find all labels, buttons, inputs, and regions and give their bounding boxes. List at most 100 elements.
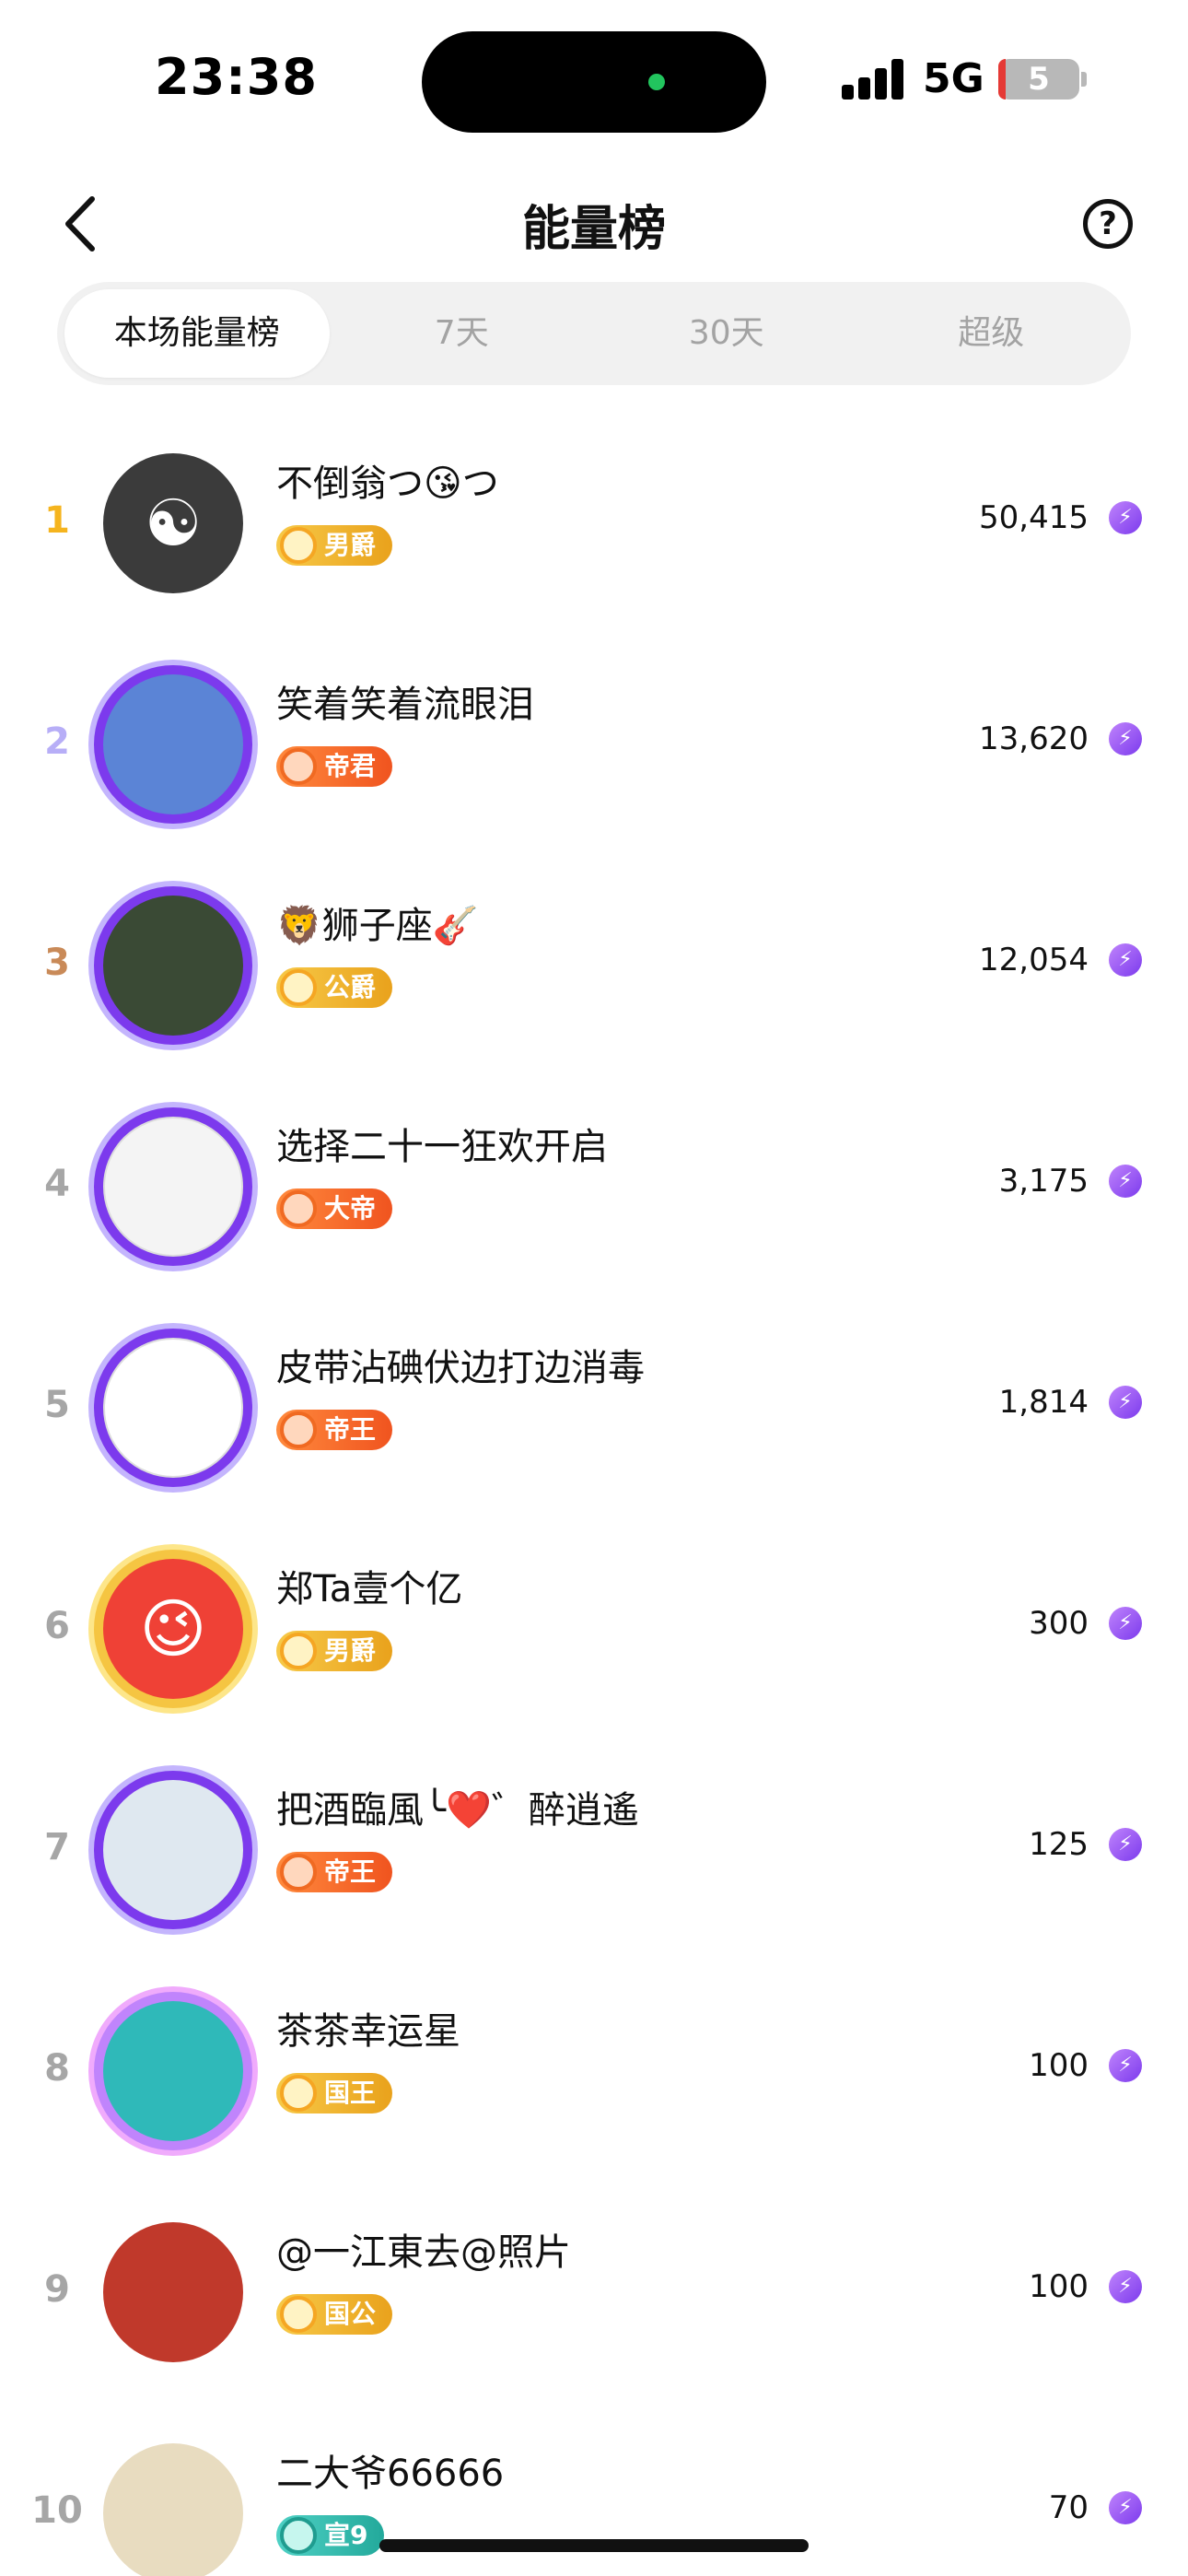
status-bar: 23:38 5G 5 xyxy=(0,0,1188,157)
avatar-image xyxy=(103,2001,243,2141)
avatar[interactable] xyxy=(103,2001,243,2141)
level-badge: 帝君 xyxy=(276,746,393,787)
avatar-image xyxy=(105,1340,245,1480)
level-badge-label: 帝君 xyxy=(324,751,377,781)
energy-score: 12,054 xyxy=(979,942,1089,978)
level-badge: 帝王 xyxy=(276,1410,393,1450)
level-badge-label: 宣9 xyxy=(324,2520,368,2550)
level-badge-icon xyxy=(280,748,317,785)
user-name: 郑Ta壹个亿 xyxy=(276,1568,463,1610)
level-badge-label: 帝王 xyxy=(324,1414,377,1445)
tab-current-session[interactable]: 本场能量榜 xyxy=(64,289,330,378)
energy-bolt-icon: ⚡ xyxy=(1109,2491,1142,2524)
list-item[interactable]: 5 皮带沾碘伏边打边消毒 帝王 1,814 ⚡ xyxy=(0,1317,1188,1502)
list-item[interactable]: 10 二大爷66666 宣9 70 ⚡ xyxy=(0,2423,1188,2576)
battery-icon: 5 xyxy=(998,59,1079,100)
battery-tip xyxy=(1081,72,1087,87)
list-item[interactable]: 2 笑着笑着流眼泪 帝君 13,620 ⚡ xyxy=(0,654,1188,838)
avatar-image xyxy=(103,2222,243,2362)
avatar-image xyxy=(103,1780,243,1920)
avatar-image: ☯ xyxy=(144,486,203,561)
tab-7-days[interactable]: 7天 xyxy=(330,289,595,378)
energy-bolt-icon: ⚡ xyxy=(1109,1386,1142,1419)
avatar[interactable] xyxy=(103,1117,243,1257)
page-title: 能量榜 xyxy=(521,202,666,257)
tab-super[interactable]: 超级 xyxy=(859,289,1124,378)
level-badge: 国公 xyxy=(276,2294,393,2335)
level-badge-icon xyxy=(280,1411,317,1448)
rank-number: 7 xyxy=(44,1826,70,1868)
energy-score: 13,620 xyxy=(979,720,1089,757)
avatar[interactable] xyxy=(103,2443,243,2576)
list-item[interactable]: 7 把酒臨風╰❤️゛醉逍遙帝王 125 ⚡ xyxy=(0,1760,1188,1944)
energy-bolt-icon: ⚡ xyxy=(1109,1828,1142,1861)
tab-30-days[interactable]: 30天 xyxy=(594,289,859,378)
battery-level: 5 xyxy=(1028,61,1050,98)
rank-number: 8 xyxy=(44,2047,70,2090)
list-item[interactable]: 4 选择二十一狂欢开启 大帝 3,175 ⚡ xyxy=(0,1096,1188,1281)
avatar[interactable] xyxy=(103,1338,243,1478)
avatar[interactable]: ☯ xyxy=(103,453,243,593)
rank-number: 6 xyxy=(44,1605,70,1647)
avatar[interactable]: 😉 xyxy=(103,1559,243,1699)
list-item[interactable]: 8 茶茶幸运星 国王 100 ⚡ xyxy=(0,1981,1188,2165)
level-badge: 男爵 xyxy=(276,1631,393,1671)
level-badge-label: 国公 xyxy=(324,2299,377,2329)
level-badge: 大帝 xyxy=(276,1188,393,1229)
user-name: 二大爷66666 xyxy=(276,2453,505,2495)
level-badge-icon xyxy=(280,2296,317,2333)
help-button[interactable]: ? xyxy=(1083,199,1133,249)
list-item[interactable]: 9 @一江東去@照片国公 100 ⚡ xyxy=(0,2202,1188,2386)
question-circle-icon: ? xyxy=(1099,205,1117,242)
cellular-signal-icon xyxy=(842,59,904,100)
level-badge-icon xyxy=(280,969,317,1006)
avatar-image xyxy=(103,2443,243,2576)
level-badge-icon xyxy=(280,1854,317,1891)
energy-bolt-icon: ⚡ xyxy=(1109,722,1142,755)
status-time: 23:38 xyxy=(155,48,318,106)
rank-number: 1 xyxy=(44,499,70,542)
level-badge: 国王 xyxy=(276,2073,393,2113)
energy-bolt-icon: ⚡ xyxy=(1109,1607,1142,1640)
energy-score: 125 xyxy=(1029,1826,1089,1863)
level-badge-label: 帝王 xyxy=(324,1856,377,1887)
list-item[interactable]: 3 🦁狮子座🎸 公爵 12,054 ⚡ xyxy=(0,875,1188,1060)
user-name: 把酒臨風╰❤️゛醉逍遙 xyxy=(276,1789,639,1832)
energy-score: 100 xyxy=(1029,2268,1089,2305)
level-badge: 宣9 xyxy=(276,2515,385,2556)
home-indicator[interactable] xyxy=(379,2539,809,2552)
level-badge-label: 男爵 xyxy=(324,530,377,560)
user-name: 茶茶幸运星 xyxy=(276,2010,460,2053)
energy-bolt-icon: ⚡ xyxy=(1109,943,1142,977)
avatar[interactable] xyxy=(103,674,243,814)
energy-score: 50,415 xyxy=(979,499,1089,536)
list-item[interactable]: 6 😉 郑Ta壹个亿男爵 300 ⚡ xyxy=(0,1539,1188,1723)
avatar-image xyxy=(103,896,243,1036)
level-badge-icon xyxy=(280,2075,317,2112)
energy-score: 300 xyxy=(1029,1605,1089,1642)
rank-number: 2 xyxy=(44,720,70,763)
camera-indicator-icon xyxy=(648,74,665,90)
level-badge-icon xyxy=(280,2517,317,2554)
user-name: 选择二十一狂欢开启 xyxy=(276,1126,608,1168)
level-badge-icon xyxy=(280,527,317,564)
avatar[interactable] xyxy=(103,1780,243,1920)
energy-bolt-icon: ⚡ xyxy=(1109,2270,1142,2303)
rank-number: 3 xyxy=(44,942,70,984)
rank-number: 4 xyxy=(44,1163,70,1205)
avatar-image xyxy=(105,1118,245,1259)
level-badge-label: 男爵 xyxy=(324,1635,377,1666)
avatar-image: 😉 xyxy=(139,1591,207,1667)
level-badge-icon xyxy=(280,1633,317,1669)
avatar[interactable] xyxy=(103,2222,243,2362)
avatar[interactable] xyxy=(103,896,243,1036)
level-badge-icon xyxy=(280,1190,317,1227)
user-name: 皮带沾碘伏边打边消毒 xyxy=(276,1347,645,1389)
level-badge-label: 大帝 xyxy=(324,1193,377,1224)
energy-score: 3,175 xyxy=(998,1163,1089,1200)
level-badge: 公爵 xyxy=(276,967,393,1008)
level-badge-label: 公爵 xyxy=(324,972,377,1002)
list-item[interactable]: 1 ☯ 不倒翁つ😘つ 男爵 50,415 ⚡ xyxy=(0,433,1188,617)
rank-number: 9 xyxy=(44,2268,70,2311)
user-name: @一江東去@照片 xyxy=(276,2231,571,2274)
